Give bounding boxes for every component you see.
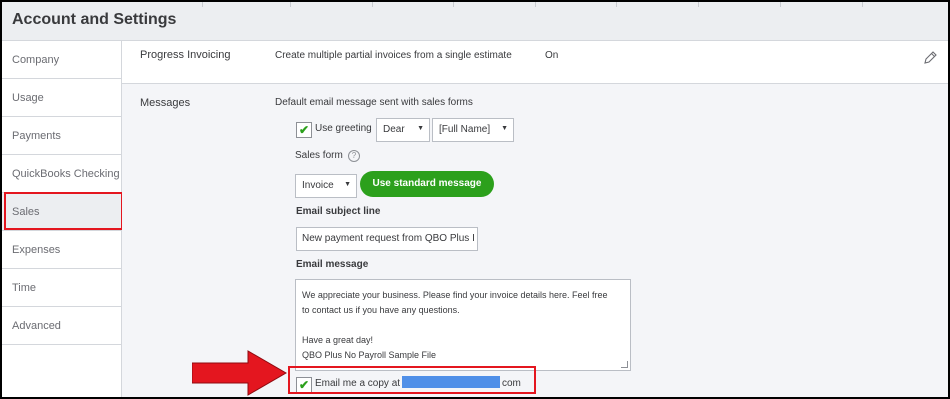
sidebar-item-label: Payments xyxy=(12,130,61,142)
sidebar-item-company[interactable]: Company xyxy=(2,41,121,79)
help-icon[interactable]: ? xyxy=(348,150,360,162)
message-line: to contact us if you have any questions. xyxy=(302,305,460,315)
header-divider xyxy=(698,2,699,7)
sales-form-select[interactable]: Invoice ▼ xyxy=(295,174,357,198)
use-greeting-label: Use greeting xyxy=(315,123,372,134)
header-divider xyxy=(616,2,617,7)
sidebar-item-usage[interactable]: Usage xyxy=(2,79,121,117)
sales-form-label: Sales form xyxy=(295,150,343,161)
sidebar-item-payments[interactable]: Payments xyxy=(2,117,121,155)
progress-invoicing-label: Progress Invoicing xyxy=(140,49,231,61)
email-message-label: Email message xyxy=(296,259,369,270)
header-divider xyxy=(862,2,863,7)
email-message-textarea[interactable]: We appreciate your business. Please find… xyxy=(295,279,631,371)
greeting-select-value: Dear xyxy=(383,124,405,135)
sidebar-item-label: Time xyxy=(12,282,37,294)
messages-description: Default email message sent with sales fo… xyxy=(275,97,473,108)
name-select[interactable]: [Full Name] ▼ xyxy=(432,118,514,142)
sidebar-item-time[interactable]: Time xyxy=(2,269,121,307)
red-arrow-icon xyxy=(192,350,287,396)
sidebar-item-label: Usage xyxy=(12,92,44,104)
settings-window: Account and Settings Company Usage Payme… xyxy=(0,0,950,399)
use-greeting-checkbox[interactable]: ✔ xyxy=(296,122,312,138)
header-divider xyxy=(202,2,203,7)
sales-form-select-value: Invoice xyxy=(302,180,334,191)
progress-invoicing-description: Create multiple partial invoices from a … xyxy=(275,50,512,61)
email-copy-highlight-box xyxy=(288,366,536,394)
chevron-down-icon: ▼ xyxy=(501,125,508,132)
title-bar: Account and Settings xyxy=(2,2,948,41)
resize-handle[interactable] xyxy=(621,361,628,368)
chevron-down-icon: ▼ xyxy=(417,125,424,132)
use-standard-message-button[interactable]: Use standard message xyxy=(360,171,494,197)
sidebar-item-label: Expenses xyxy=(12,244,61,256)
name-select-value: [Full Name] xyxy=(439,124,491,135)
header-divider xyxy=(372,2,373,7)
pencil-icon[interactable] xyxy=(923,51,937,68)
sidebar-item-label: Company xyxy=(12,54,60,66)
messages-label: Messages xyxy=(140,97,191,109)
header-divider xyxy=(535,2,536,7)
chevron-down-icon: ▼ xyxy=(344,181,351,188)
sidebar-item-label: QuickBooks Checking xyxy=(12,168,120,180)
email-subject-value: New payment request from QBO Plus I xyxy=(302,233,475,244)
message-line: QBO Plus No Payroll Sample File xyxy=(302,350,437,360)
header-divider xyxy=(453,2,454,7)
header-divider xyxy=(780,2,781,7)
message-line: Have a great day! xyxy=(302,335,374,345)
sidebar-item-advanced[interactable]: Advanced xyxy=(2,307,121,345)
check-icon: ✔ xyxy=(299,123,310,137)
sidebar-item-expenses[interactable]: Expenses xyxy=(2,231,121,269)
email-subject-label: Email subject line xyxy=(296,206,381,217)
email-subject-input[interactable]: New payment request from QBO Plus I xyxy=(296,227,478,251)
message-line: We appreciate your business. Please find… xyxy=(302,290,608,300)
message-line xyxy=(302,318,624,333)
greeting-select[interactable]: Dear ▼ xyxy=(376,118,430,142)
progress-invoicing-status: On xyxy=(545,50,559,61)
sidebar-item-quickbooks-checking[interactable]: QuickBooks Checking xyxy=(2,155,121,193)
sidebar-item-label: Advanced xyxy=(12,320,61,332)
page-title: Account and Settings xyxy=(12,11,177,28)
progress-invoicing-row[interactable]: Progress Invoicing Create multiple parti… xyxy=(122,41,948,84)
header-divider xyxy=(290,2,291,7)
sales-highlight-box xyxy=(4,192,123,230)
